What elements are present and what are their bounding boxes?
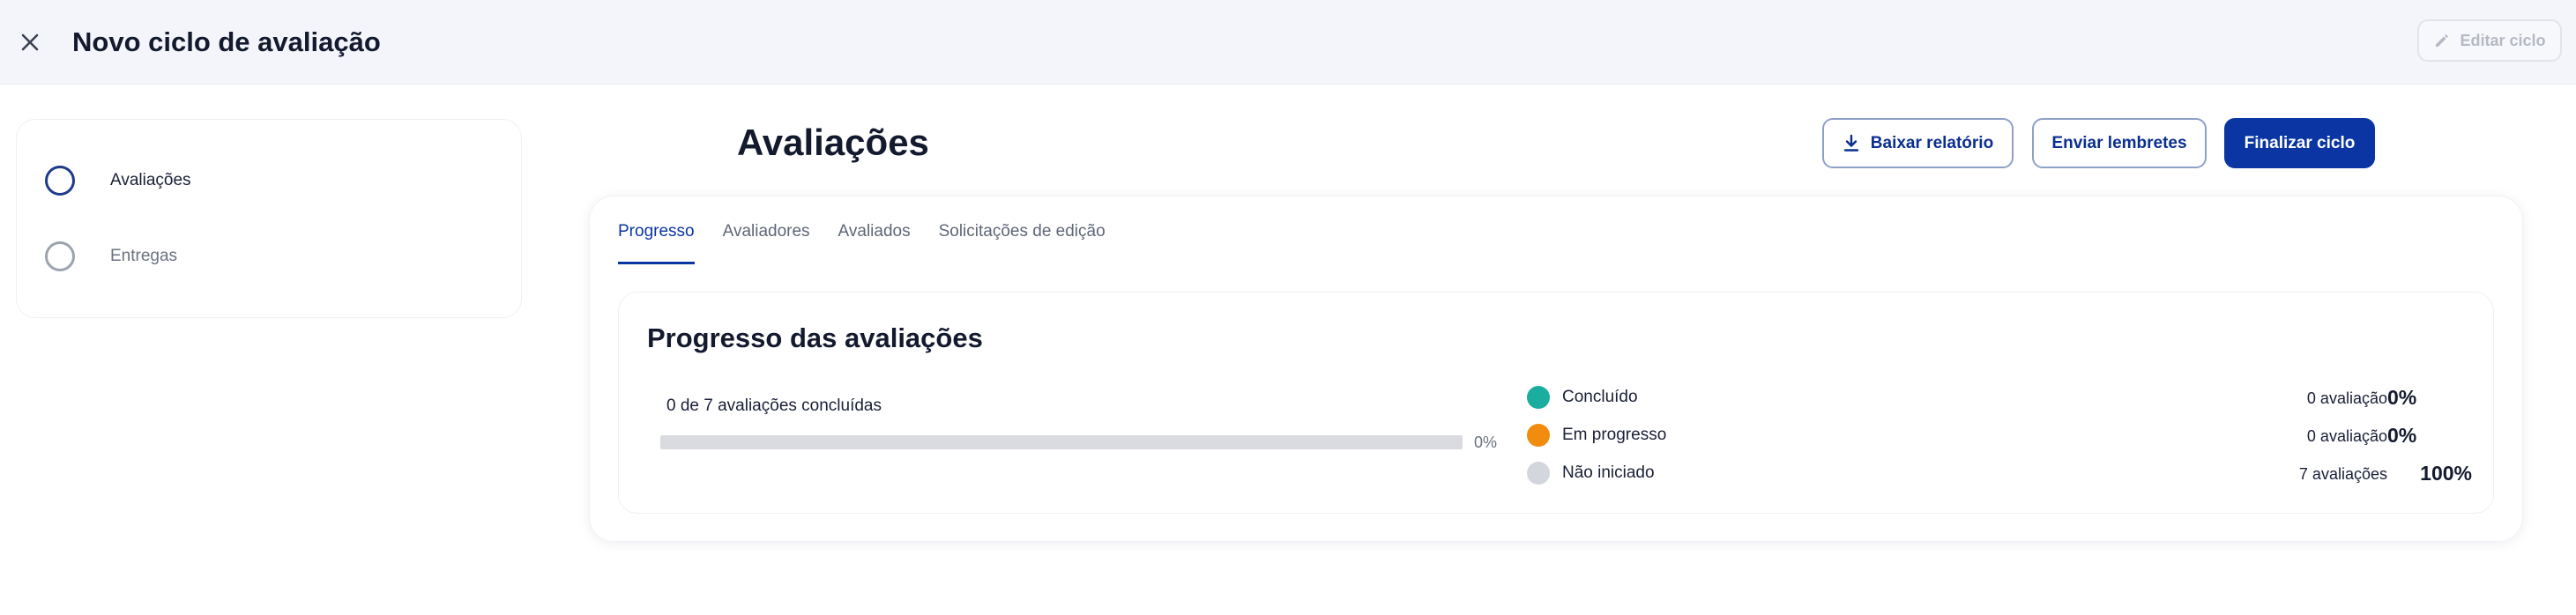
close-button[interactable] — [14, 26, 46, 58]
tab-avaliadores[interactable]: Avaliadores — [723, 221, 810, 264]
tab-bar: Progresso Avaliadores Avaliados Solicita… — [618, 221, 1106, 264]
legend-label: Concluído — [1562, 388, 1638, 406]
legend-dot — [1527, 386, 1550, 409]
tab-solicitacoes[interactable]: Solicitações de edição — [939, 221, 1106, 264]
progress-card: Progresso das avaliações 0 de 7 avaliaçõ… — [618, 292, 2494, 514]
pencil-icon — [2436, 34, 2449, 47]
download-icon — [1843, 134, 1858, 152]
progress-bar — [660, 435, 1463, 449]
send-reminders-button[interactable]: Enviar lembretes — [2032, 118, 2207, 168]
progress-percent: 0% — [1474, 433, 1498, 451]
step-entregas[interactable]: Entregas — [45, 241, 177, 271]
edit-cycle-button[interactable]: Editar ciclo — [2417, 19, 2562, 62]
legend-percent: 0% — [2387, 386, 2417, 409]
legend-label: Não iniciado — [1562, 463, 1655, 482]
legend-percent: 100% — [2420, 462, 2472, 485]
edit-cycle-label: Editar ciclo — [2460, 31, 2546, 49]
tab-progresso[interactable]: Progresso — [618, 221, 695, 264]
legend-dot — [1527, 424, 1550, 447]
download-report-label: Baixar relatório — [1870, 133, 1994, 152]
step-label: Entregas — [110, 247, 178, 265]
legend-item-concluido: Concluído 0 avaliação 0% — [1527, 384, 2472, 411]
progress-title: Progresso das avaliações — [647, 322, 983, 353]
download-report-button[interactable]: Baixar relatório — [1822, 118, 2014, 168]
legend-count: 0 avaliação — [2306, 427, 2387, 445]
legend-item-em-progresso: Em progresso 0 avaliação 0% — [1527, 422, 2472, 448]
legend-count: 0 avaliação — [2306, 389, 2387, 407]
page-title: Novo ciclo de avaliação — [72, 26, 381, 57]
legend-dot — [1527, 462, 1550, 485]
top-bar: Novo ciclo de avaliação Editar ciclo — [0, 0, 2576, 85]
progress-summary: 0 de 7 avaliações concluídas — [666, 396, 882, 415]
step-label: Avaliações — [110, 171, 191, 189]
close-icon — [21, 33, 39, 51]
evaluations-panel: Progresso Avaliadores Avaliados Solicita… — [589, 196, 2523, 542]
legend-count: 7 avaliações — [2298, 465, 2387, 483]
step-indicator — [45, 166, 75, 196]
stepper-card: Avaliações Entregas — [16, 119, 522, 318]
legend-item-nao-iniciado: Não iniciado 7 avaliações 100% — [1527, 460, 2472, 486]
finish-cycle-button[interactable]: Finalizar ciclo — [2224, 118, 2375, 168]
tab-avaliados[interactable]: Avaliados — [838, 221, 911, 264]
step-indicator — [45, 241, 75, 271]
step-avaliacoes[interactable]: Avaliações — [45, 166, 191, 196]
section-title: Avaliações — [737, 122, 929, 163]
finish-cycle-label: Finalizar ciclo — [2244, 133, 2356, 152]
send-reminders-label: Enviar lembretes — [2051, 133, 2187, 152]
legend-label: Em progresso — [1562, 426, 1667, 444]
legend-percent: 0% — [2387, 424, 2417, 447]
